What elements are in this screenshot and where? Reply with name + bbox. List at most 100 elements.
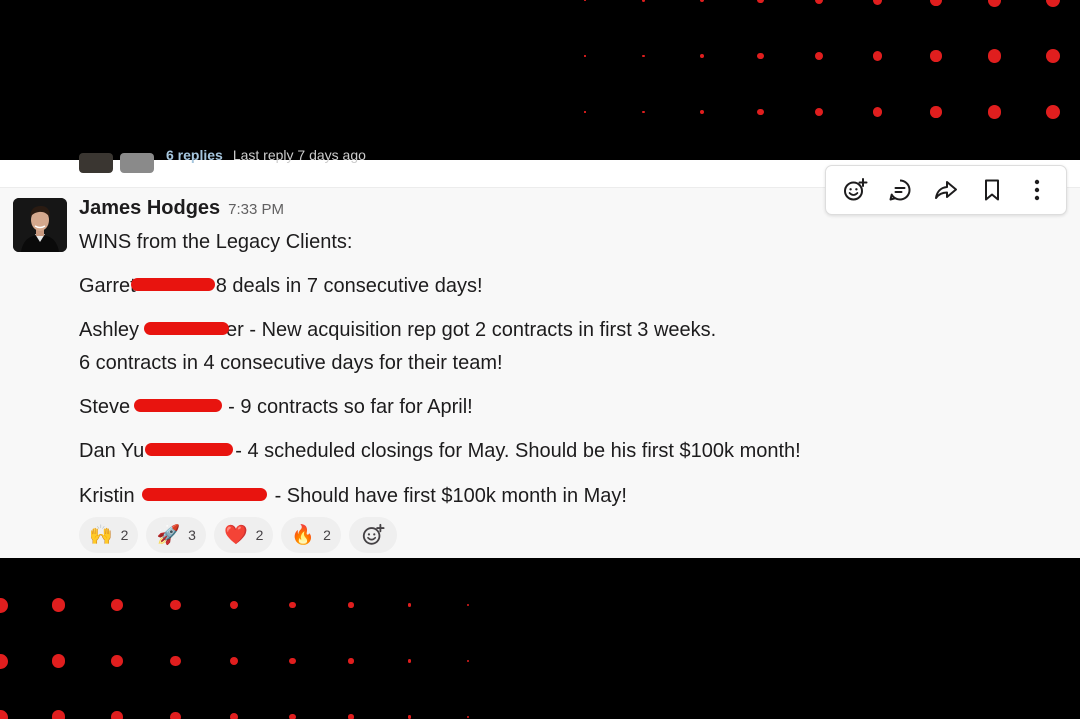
win-line-steve: Steve - 9 contracts so far for April! — [79, 396, 473, 419]
redaction-mark — [141, 488, 267, 502]
win-text: - Should have first $100k month in May! — [274, 485, 627, 507]
decorative-dot — [0, 653, 8, 669]
rocket-icon: 🚀 — [156, 524, 181, 546]
decorative-dot — [757, 52, 764, 60]
thread-participant-avatar — [79, 153, 113, 173]
decorative-dot — [1045, 48, 1061, 64]
save-for-later-button[interactable] — [974, 172, 1010, 208]
redaction-mark — [144, 322, 230, 336]
replies-link[interactable]: 6 replies — [166, 147, 223, 163]
decorative-dot — [348, 658, 354, 664]
reaction-heart[interactable]: ❤️ 2 — [213, 517, 274, 553]
decorative-dot — [699, 109, 705, 115]
author-avatar[interactable] — [13, 198, 67, 252]
decorative-dot — [407, 603, 412, 607]
message-actions-toolbar — [825, 165, 1067, 215]
message-header: James Hodges 7:33 PM — [79, 197, 284, 220]
decorative-dot — [467, 716, 469, 718]
message-timestamp[interactable]: 7:33 PM — [228, 201, 284, 218]
win-name: Steve — [79, 396, 131, 418]
redaction-mark — [134, 399, 223, 413]
add-reaction-icon — [362, 523, 385, 545]
reaction-raised-hands[interactable]: 🙌 2 — [79, 517, 139, 553]
decorative-dot — [699, 53, 705, 59]
win-text: 8 deals in 7 consecutive days! — [215, 275, 483, 297]
win-text: - 4 scheduled closings for May. Should b… — [235, 440, 801, 462]
decorative-dot — [814, 107, 824, 117]
win-line-garret: Garret 8 deals in 7 consecutive days! — [79, 275, 483, 298]
decorative-dot — [348, 602, 354, 608]
decorative-dot — [111, 599, 123, 611]
decorative-dot — [51, 598, 66, 612]
decorative-dot — [584, 55, 586, 57]
decorative-dot — [289, 713, 296, 719]
win-name: Kristin — [79, 485, 135, 507]
message-intro: WINS from the Legacy Clients: — [79, 231, 353, 253]
heart-icon: ❤️ — [223, 524, 248, 546]
win-name: Garret — [79, 275, 136, 297]
redaction-mark — [130, 278, 215, 292]
decorative-dot — [872, 107, 883, 117]
win-line-ashley: Ashley er - New acquisition rep got 2 con… — [79, 319, 716, 342]
thread-summary[interactable]: 6 replies Last reply 7 days ago — [166, 147, 366, 163]
decorative-dot — [814, 51, 824, 61]
last-reply-text: Last reply 7 days ago — [232, 147, 366, 163]
decorative-dot — [1045, 104, 1061, 120]
decorative-dot — [51, 654, 66, 668]
more-actions-button[interactable] — [1019, 172, 1055, 208]
add-reaction-icon — [843, 178, 868, 201]
decorative-dot — [1045, 0, 1061, 8]
reply-in-thread-button[interactable] — [882, 172, 918, 208]
decorative-dot — [930, 106, 942, 118]
decorative-dot — [987, 105, 1002, 119]
decorative-dot — [51, 710, 66, 719]
decorative-dot — [407, 715, 412, 719]
decorative-dot — [229, 712, 239, 719]
win-text: er - New acquisition rep got 2 contracts… — [226, 319, 717, 341]
decorative-dot — [348, 714, 354, 719]
decorative-dot — [467, 660, 469, 662]
share-message-button[interactable] — [928, 172, 964, 208]
decorative-dot — [642, 54, 645, 58]
decorative-dot — [467, 604, 469, 606]
decorative-dot — [289, 657, 296, 665]
thread-participant-avatar — [120, 153, 154, 173]
win-name: Dan Yu — [79, 440, 145, 462]
decorative-dot — [987, 49, 1002, 63]
reaction-fire[interactable]: 🔥 2 — [281, 517, 341, 553]
decorative-dot — [642, 0, 645, 2]
fire-icon: 🔥 — [291, 524, 316, 546]
reaction-rocket[interactable]: 🚀 3 — [146, 517, 206, 553]
more-actions-icon — [1034, 179, 1040, 201]
decorative-dot — [584, 0, 586, 1]
decorative-dot — [170, 599, 181, 611]
win-text: - 9 contracts so far for April! — [228, 396, 473, 418]
decorative-dot — [699, 0, 705, 3]
decorative-dot — [930, 50, 942, 62]
top-decorative-dots — [0, 0, 1080, 160]
author-name[interactable]: James Hodges — [79, 197, 220, 219]
add-reaction-pill[interactable] — [348, 517, 397, 553]
win-line-kristin: Kristin - Should have first $100k month i… — [79, 485, 627, 508]
decorative-dot — [170, 711, 181, 719]
reaction-count: 3 — [188, 527, 196, 543]
bookmark-icon — [984, 179, 999, 201]
decorative-dot — [111, 655, 123, 667]
decorative-dot — [229, 600, 239, 610]
reaction-count: 2 — [255, 527, 264, 543]
redaction-mark — [145, 443, 234, 457]
decorative-dot — [987, 0, 1002, 7]
add-reaction-button[interactable] — [837, 172, 873, 208]
bottom-decorative-dots — [0, 558, 1080, 719]
decorative-dot — [814, 0, 824, 5]
reaction-bar: 🙌 2 🚀 3 ❤️ 2 🔥 2 — [79, 517, 397, 553]
decorative-dot — [289, 601, 296, 609]
slack-message-panel: 6 replies Last reply 7 days ago James Ho… — [0, 147, 1080, 558]
reply-in-thread-icon — [889, 179, 911, 201]
decorative-dot — [0, 597, 8, 613]
decorative-dot — [872, 0, 883, 5]
win-line-dan: Dan Yu - 4 scheduled closings for May. Sh… — [79, 440, 801, 463]
reaction-count: 2 — [323, 527, 331, 543]
decorative-dot — [111, 711, 123, 719]
decorative-dot — [229, 656, 239, 666]
